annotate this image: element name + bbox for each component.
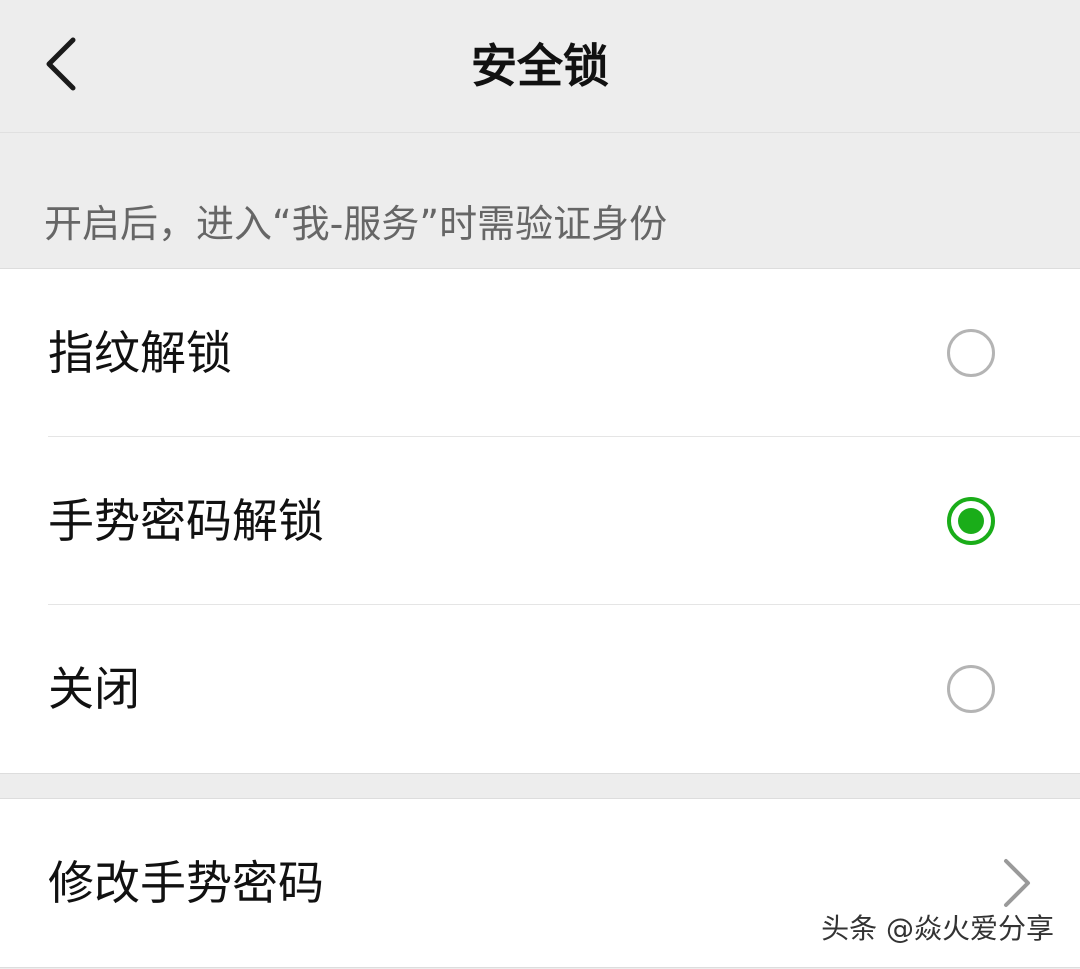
option-label: 手势密码解锁 — [48, 494, 324, 548]
nav-bar: 安全锁 — [0, 0, 1080, 133]
back-button[interactable] — [28, 28, 92, 100]
option-off[interactable]: 关闭 — [0, 605, 1080, 773]
chevron-left-icon — [46, 37, 76, 91]
option-label: 关闭 — [48, 662, 140, 716]
radio-checked[interactable] — [947, 497, 995, 545]
chevron-right-icon — [1004, 859, 1030, 907]
unlock-option-group: 指纹解锁 手势密码解锁 关闭 — [0, 268, 1080, 774]
option-label: 指纹解锁 — [48, 326, 232, 380]
page-title: 安全锁 — [471, 39, 609, 93]
radio-unchecked[interactable] — [947, 329, 995, 377]
change-gesture-password-label: 修改手势密码 — [48, 856, 324, 910]
section-hint: 开启后，进入“我-服务”时需验证身份 — [44, 202, 668, 246]
option-gesture-password-unlock[interactable]: 手势密码解锁 — [0, 437, 1080, 605]
radio-unchecked[interactable] — [947, 665, 995, 713]
watermark: 头条 @焱火爱分享 — [821, 912, 1054, 945]
option-fingerprint-unlock[interactable]: 指纹解锁 — [0, 269, 1080, 437]
